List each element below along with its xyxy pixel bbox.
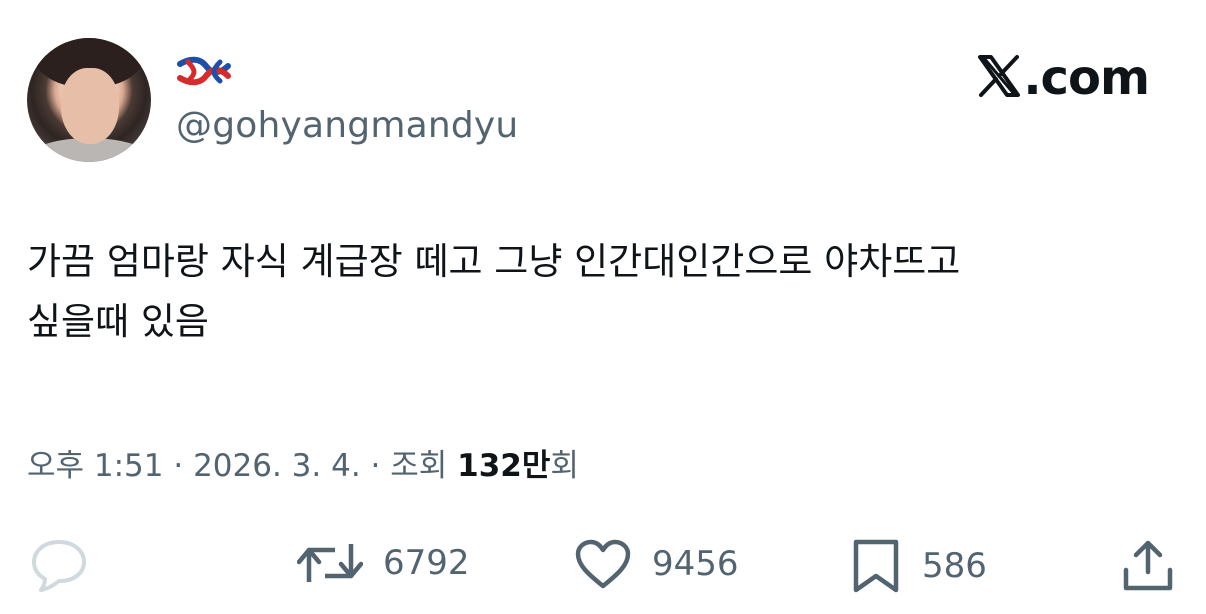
share-button[interactable] xyxy=(1120,538,1176,594)
like-count: 9456 xyxy=(652,544,739,584)
bookmark-count: 586 xyxy=(922,546,987,586)
reply-icon xyxy=(32,540,86,592)
tweet-text: 가끔 엄마랑 자식 계급장 떼고 그냥 인간대인간으로 야차뜨고 싶을때 있음 xyxy=(27,232,1177,352)
bookmark-button[interactable]: 586 xyxy=(850,538,987,594)
meta-separator: · xyxy=(360,448,391,484)
views-count[interactable]: 132만 xyxy=(457,448,550,484)
tweet-line: 가끔 엄마랑 자식 계급장 떼고 그냥 인간대인간으로 야차뜨고 xyxy=(27,240,961,283)
like-button[interactable]: 9456 xyxy=(574,538,739,590)
brand-x-com: .com xyxy=(977,50,1150,106)
reply-button[interactable] xyxy=(30,538,88,592)
knot-emoji-icon xyxy=(177,56,231,86)
views-label: 조회 xyxy=(390,448,458,484)
action-bar: 6792 9456 586 xyxy=(0,530,1206,600)
brand-label: .com xyxy=(1023,50,1150,106)
retweet-button[interactable]: 6792 xyxy=(297,538,470,588)
x-logo-icon xyxy=(978,55,1021,97)
author-handle[interactable]: @gohyangmandyu xyxy=(176,105,518,146)
tweet-line: 싶을때 있음 xyxy=(27,300,209,343)
retweet-count: 6792 xyxy=(383,543,470,583)
share-icon xyxy=(1123,540,1173,591)
avatar[interactable] xyxy=(27,38,151,162)
tweet-meta: 오후 1:51 · 2026. 3. 4. · 조회 132만회 xyxy=(27,440,579,485)
heart-icon xyxy=(575,539,631,589)
bookmark-icon xyxy=(853,539,899,593)
avatar-face xyxy=(61,68,119,144)
views-suffix: 회 xyxy=(550,448,579,484)
meta-separator: · xyxy=(163,448,194,484)
retweet-icon xyxy=(297,544,363,582)
tweet-date[interactable]: 2026. 3. 4. xyxy=(193,448,361,484)
tweet-time[interactable]: 오후 1:51 xyxy=(27,448,164,484)
